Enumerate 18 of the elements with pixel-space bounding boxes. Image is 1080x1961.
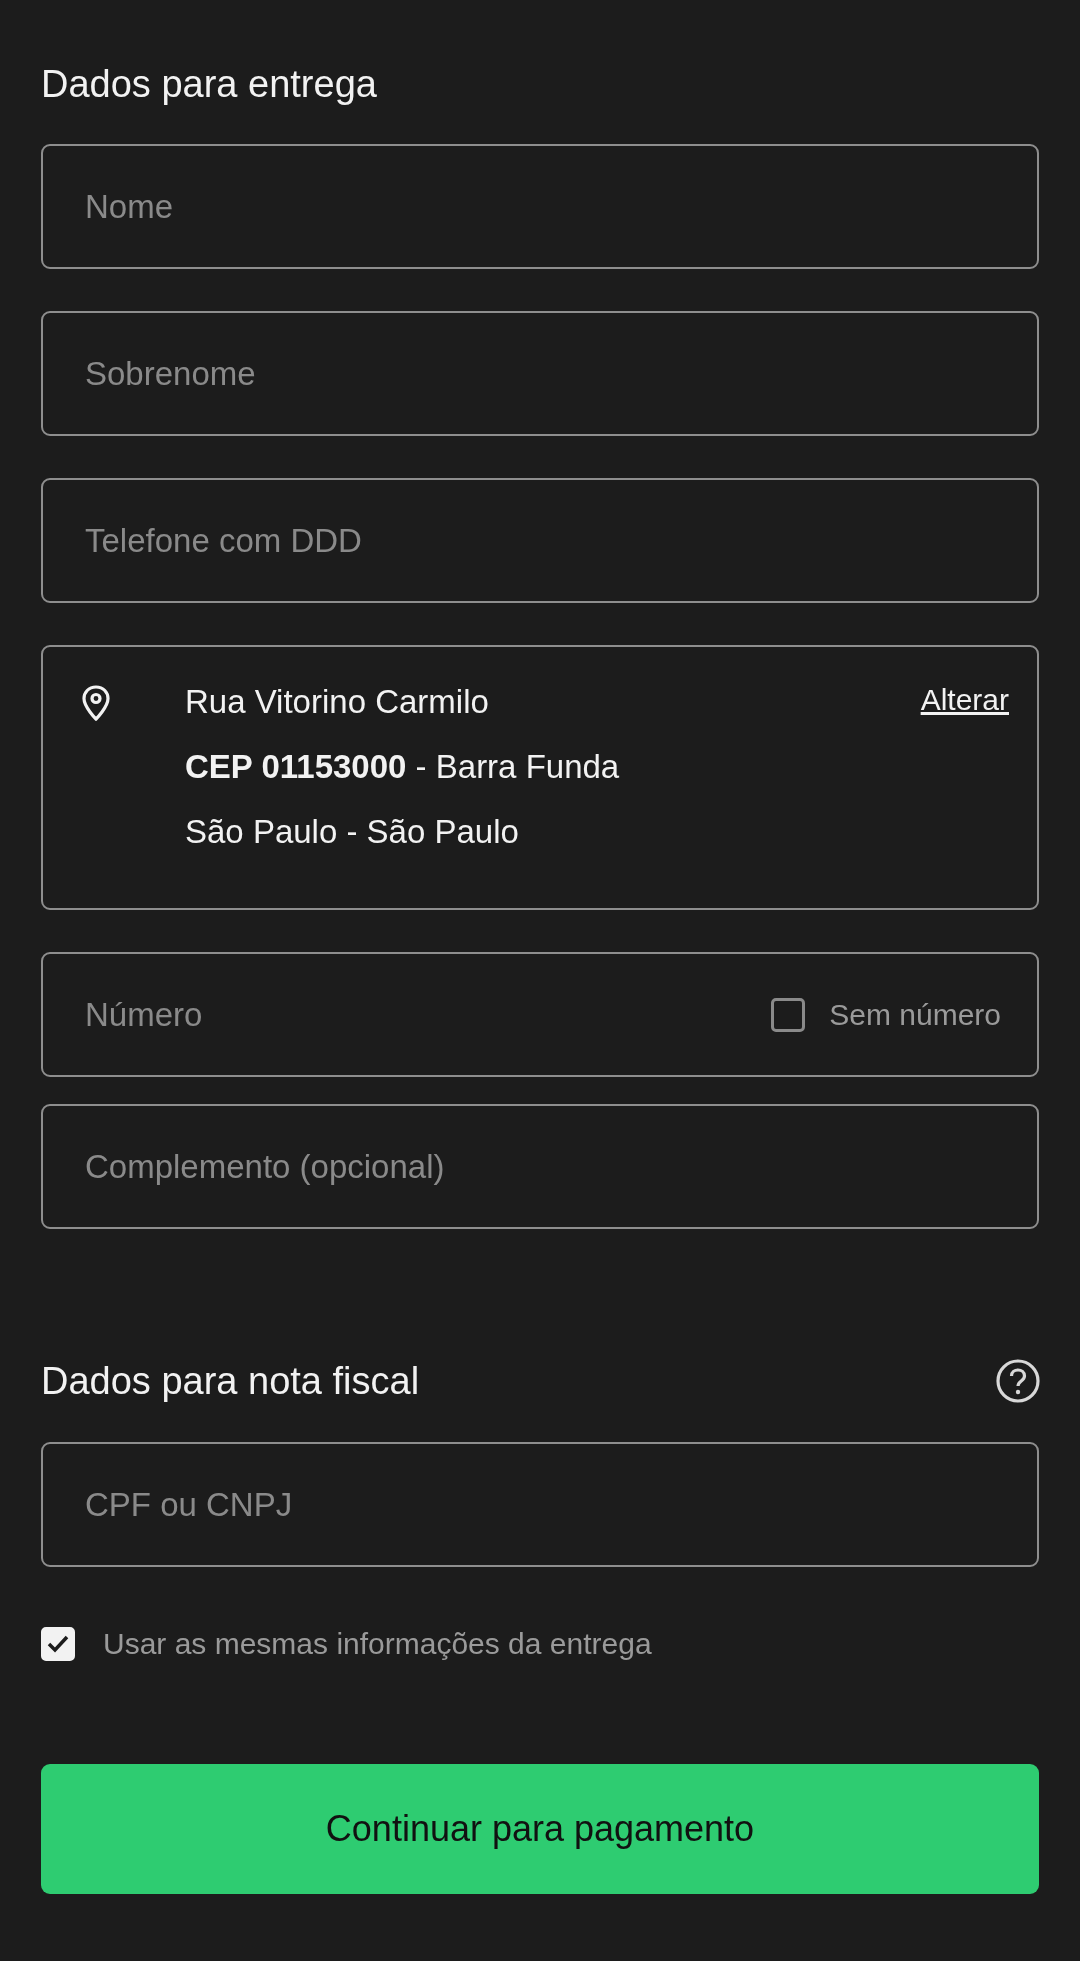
continue-button[interactable]: Continuar para pagamento <box>41 1764 1039 1894</box>
checkbox-label: Sem número <box>829 997 1001 1033</box>
section-title: Dados para entrega <box>41 62 378 107</box>
address-line: CEP 01153000 - Barra Funda <box>185 747 621 787</box>
location-pin-icon <box>81 685 111 721</box>
checkbox-label: Usar as mesmas informações da entrega <box>103 1626 652 1662</box>
input-field[interactable]: Telefone com DDD <box>41 478 1039 603</box>
input-field[interactable]: Complemento (opcional) <box>41 1104 1039 1229</box>
checkbox[interactable] <box>771 997 806 1032</box>
address-line: Rua Vitorino Carmilo <box>185 682 490 722</box>
input-field[interactable]: CPF ou CNPJ <box>41 1442 1039 1567</box>
change-link[interactable]: Alterar <box>920 683 1009 908</box>
help-icon[interactable] <box>995 1358 1041 1404</box>
address-line: São Paulo - São Paulo <box>185 812 520 852</box>
check-icon <box>46 1633 70 1654</box>
input-field[interactable]: Nome <box>41 144 1039 269</box>
input-field[interactable]: Sobrenome <box>41 311 1039 436</box>
section-title: Dados para nota fiscal <box>41 1359 420 1404</box>
